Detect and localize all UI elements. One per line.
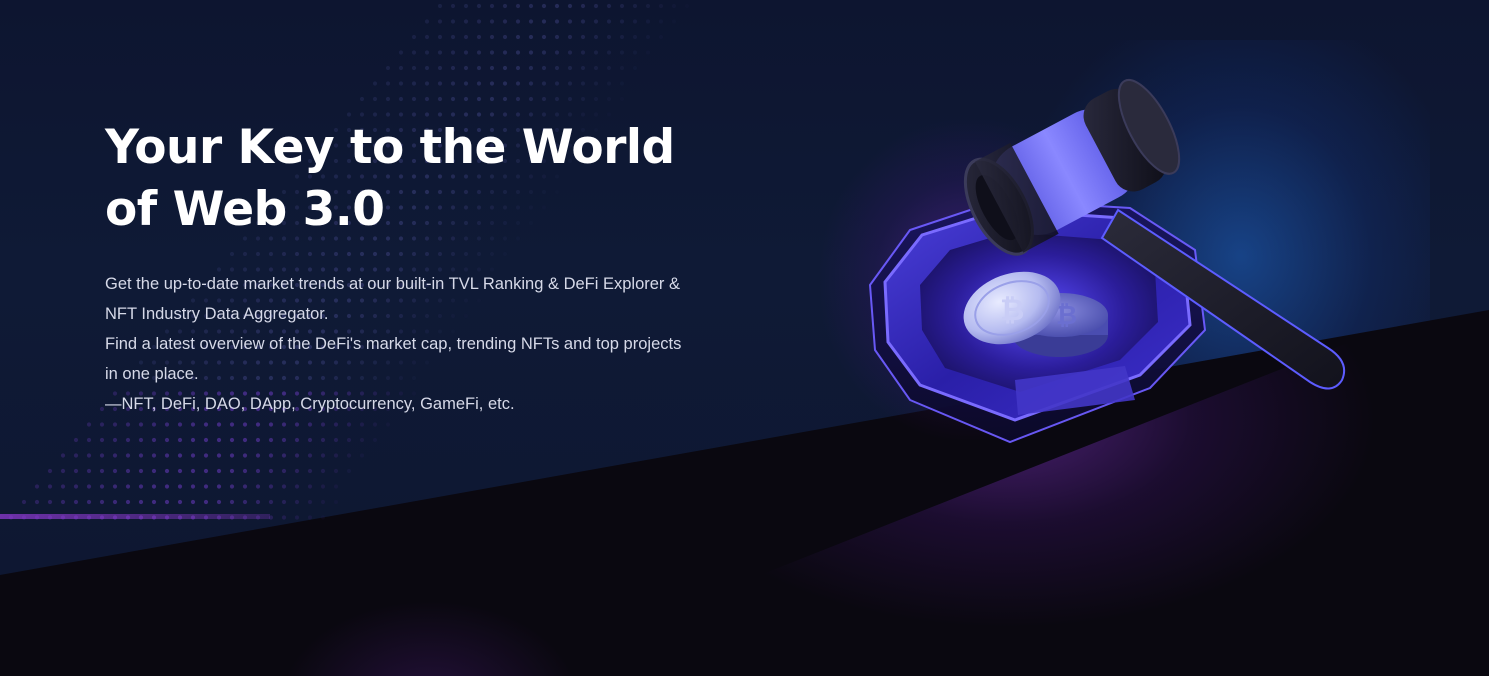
hero-banner: Your Key to the World of Web 3.0 Get the… (0, 0, 1489, 676)
description-line-1: Get the up-to-date market trends at our … (105, 275, 681, 323)
floor-bottom-glow (280, 600, 580, 676)
hero-headline: Your Key to the World of Web 3.0 (105, 120, 675, 237)
hero-description: Get the up-to-date market trends at our … (105, 269, 685, 419)
gavel-coins-illustration: ₿ ₿ (868, 79, 1346, 444)
description-line-2: Find a latest overview of the DeFi's mar… (105, 335, 682, 383)
purple-accent-line (0, 514, 270, 519)
svg-text:₿: ₿ (1000, 293, 1024, 328)
description-line-3: —NFT, DeFi, DAO, DApp, Cryptocurrency, G… (105, 395, 515, 413)
